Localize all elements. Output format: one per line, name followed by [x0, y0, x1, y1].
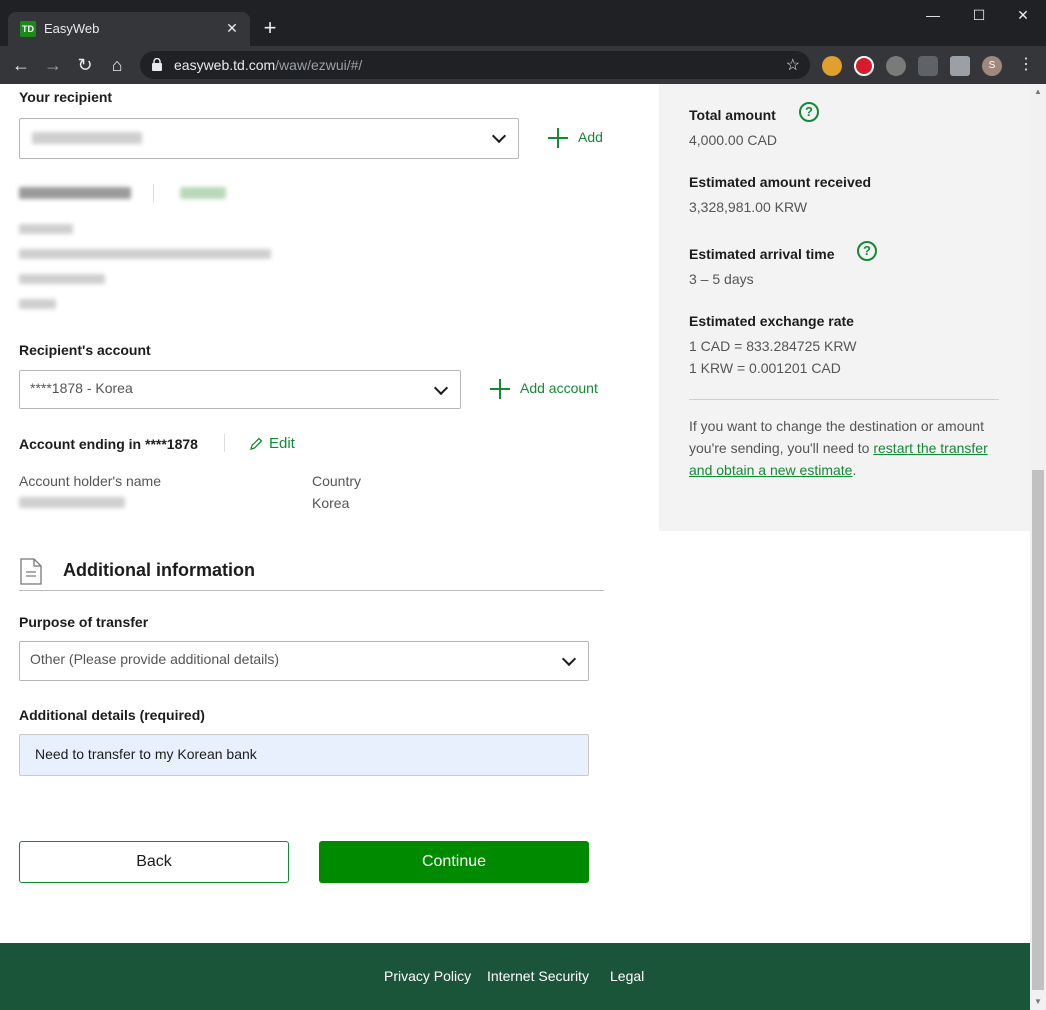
address-line2-redacted — [19, 274, 105, 284]
your-recipient-label: Your recipient — [19, 89, 113, 105]
tab-close-icon[interactable]: ✕ — [222, 18, 242, 38]
recipient-edit-redacted — [180, 187, 226, 199]
add-recipient-plus-icon[interactable] — [548, 128, 568, 148]
divider — [153, 184, 154, 202]
details-input-value: Need to transfer to my Korean bank — [35, 746, 257, 762]
additional-info-heading: Additional information — [63, 560, 255, 580]
help-icon[interactable]: ? — [857, 241, 877, 261]
scroll-up-icon[interactable]: ▲ — [1030, 84, 1046, 100]
legal-link[interactable]: Legal — [610, 968, 644, 984]
details-label: Additional details (required) — [19, 707, 205, 723]
back-button[interactable]: Back — [19, 841, 289, 883]
site-footer: Privacy Policy Internet Security Legal — [0, 943, 1030, 1010]
rate-line-2: 1 KRW = 0.001201 CAD — [689, 360, 841, 376]
privacy-policy-link[interactable]: Privacy Policy — [384, 968, 471, 984]
purpose-select[interactable]: Other (Please provide additional details… — [19, 641, 589, 681]
browser-toolbar: ← → ↻ ⌂ easyweb.td.com/waw/ezwui/#/ ☆ S … — [0, 46, 1046, 84]
td-favicon-icon: TD — [20, 21, 36, 37]
recipient-account-label: Recipient's account — [19, 342, 151, 358]
address-bar[interactable]: easyweb.td.com/waw/ezwui/#/ ☆ — [140, 51, 810, 79]
holder-name-label: Account holder's name — [19, 473, 161, 489]
transfer-summary-panel: Total amount ? 4,000.00 CAD Estimated am… — [659, 84, 1030, 531]
continue-button[interactable]: Continue — [319, 841, 589, 883]
received-value: 3,328,981.00 KRW — [689, 199, 808, 215]
page-viewport: Your recipient Add Recipient's account *… — [0, 84, 1030, 1010]
scroll-thumb[interactable] — [1032, 470, 1044, 990]
total-amount-label: Total amount — [689, 107, 776, 123]
received-label: Estimated amount received — [689, 174, 872, 190]
chevron-down-icon — [491, 128, 507, 144]
add-account-link[interactable]: Add account — [520, 380, 598, 396]
browser-tab[interactable]: TD EasyWeb ✕ — [8, 12, 250, 46]
forward-arrow-icon[interactable]: → — [40, 52, 66, 78]
window-close-icon[interactable]: ✕ — [1000, 0, 1046, 30]
recipient-account-value: ****1878 - Korea — [30, 380, 133, 396]
url-host: easyweb.td.com — [174, 57, 276, 73]
country-label: Country — [312, 473, 362, 489]
address-line1-redacted — [19, 249, 271, 259]
rate-label: Estimated exchange rate — [689, 313, 854, 329]
add-recipient-link[interactable]: Add — [578, 129, 603, 145]
lock-icon — [152, 58, 162, 71]
chevron-down-icon — [433, 380, 449, 396]
edit-account-link[interactable]: Edit — [269, 435, 295, 452]
rate-line-1: 1 CAD = 833.284725 KRW — [689, 338, 857, 354]
arrival-value: 3 – 5 days — [689, 271, 754, 287]
restart-note: If you want to change the destination or… — [689, 415, 999, 481]
pencil-icon[interactable] — [250, 437, 263, 450]
document-icon — [20, 558, 42, 585]
bookmark-star-icon[interactable]: ☆ — [786, 55, 800, 75]
country-value: Korea — [312, 495, 350, 511]
home-icon[interactable]: ⌂ — [104, 52, 130, 78]
summary-divider — [689, 399, 999, 400]
reload-icon[interactable]: ↻ — [72, 52, 98, 78]
add-account-plus-icon[interactable] — [490, 379, 510, 399]
scroll-down-icon[interactable]: ▼ — [1030, 994, 1046, 1010]
recipient-select[interactable] — [19, 118, 519, 159]
recipient-name-redacted — [32, 132, 142, 144]
chevron-down-icon — [561, 651, 577, 667]
extension-owl-icon[interactable] — [822, 56, 842, 76]
browser-menu-icon[interactable]: ⋮ — [1016, 54, 1036, 76]
extensions-puzzle-icon[interactable] — [950, 56, 970, 76]
address-line3-redacted — [19, 299, 56, 309]
total-amount-value: 4,000.00 CAD — [689, 132, 777, 148]
account-ending-label: Account ending in ****1878 — [19, 436, 198, 452]
page-scrollbar[interactable]: ▲ ▼ — [1030, 84, 1046, 1010]
maximize-icon[interactable]: ☐ — [956, 0, 1002, 30]
details-input[interactable]: Need to transfer to my Korean bank — [19, 734, 589, 776]
extension-play-icon[interactable] — [886, 56, 906, 76]
holder-name-redacted — [19, 497, 125, 508]
arrival-label: Estimated arrival time — [689, 246, 835, 262]
tab-title: EasyWeb — [44, 21, 100, 36]
extension-shield-icon[interactable] — [918, 56, 938, 76]
url-path: /waw/ezwui/#/ — [275, 57, 363, 73]
purpose-label: Purpose of transfer — [19, 614, 149, 630]
heading-divider — [19, 590, 604, 591]
back-arrow-icon[interactable]: ← — [8, 52, 34, 78]
minimize-icon[interactable]: — — [910, 0, 956, 30]
address-label-redacted — [19, 224, 73, 234]
extension-record-icon[interactable] — [854, 56, 874, 76]
browser-tab-bar: TD EasyWeb ✕ + — ☐ ✕ — [0, 0, 1046, 46]
restart-note-suffix: . — [852, 462, 857, 478]
recipient-nickname-redacted — [19, 187, 131, 199]
profile-avatar[interactable]: S — [982, 56, 1002, 76]
purpose-value: Other (Please provide additional details… — [30, 651, 280, 667]
internet-security-link[interactable]: Internet Security — [487, 968, 589, 984]
new-tab-icon[interactable]: + — [258, 17, 282, 41]
url-text: easyweb.td.com/waw/ezwui/#/ — [174, 57, 362, 73]
divider — [224, 434, 225, 452]
help-icon[interactable]: ? — [799, 102, 819, 122]
recipient-account-select[interactable]: ****1878 - Korea — [19, 370, 461, 409]
